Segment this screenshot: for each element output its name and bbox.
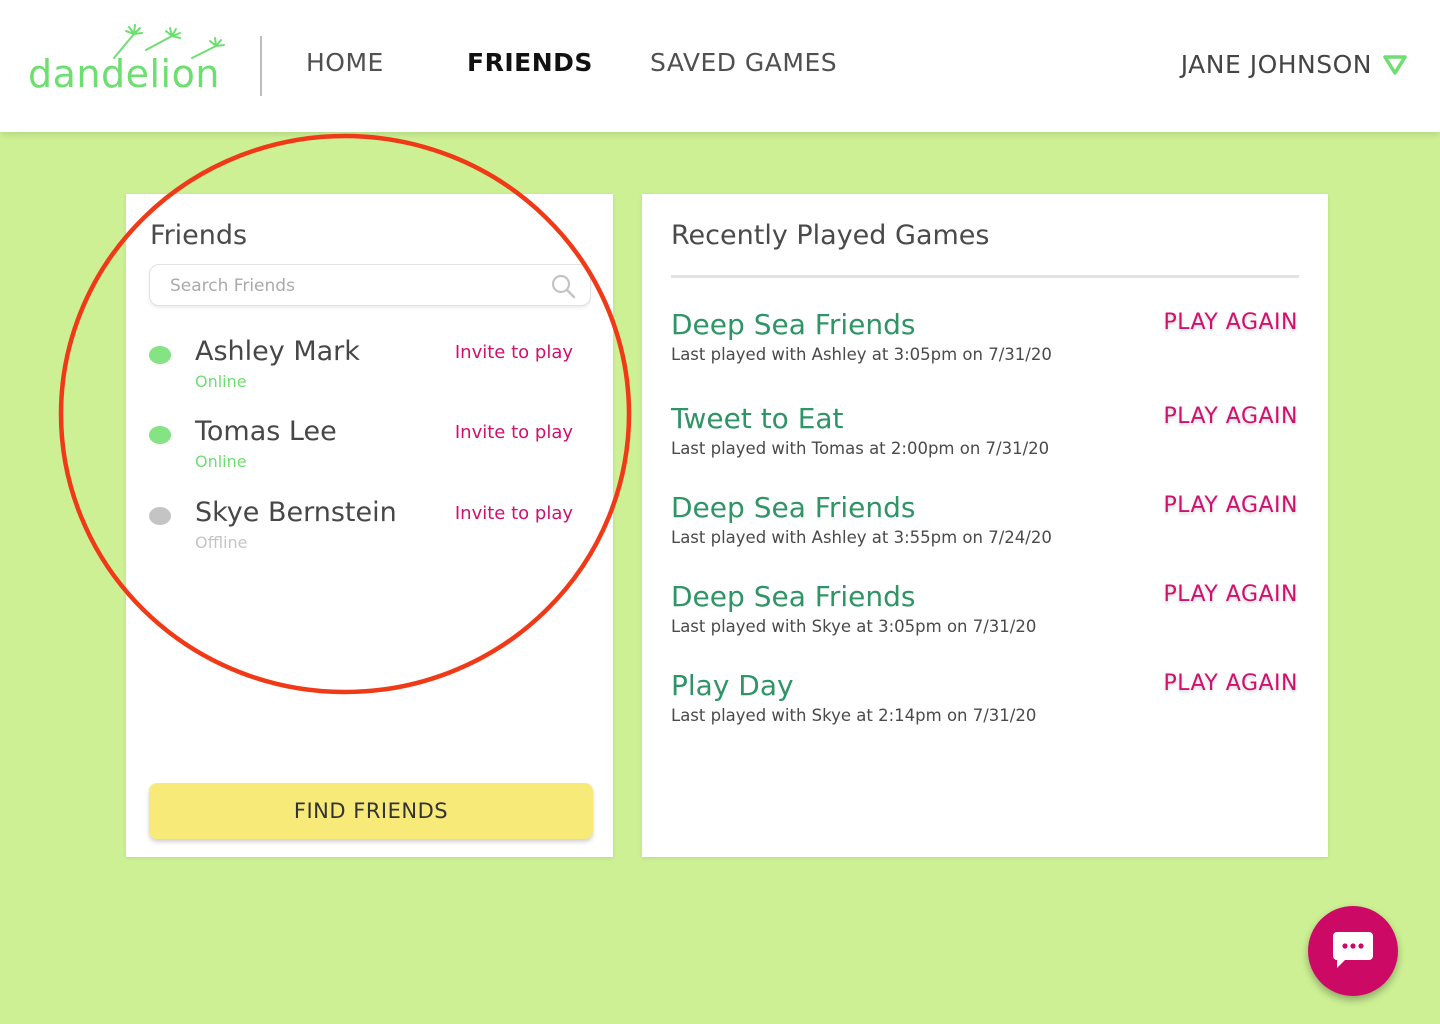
caret-down-icon <box>1383 54 1407 75</box>
header-divider <box>260 36 262 96</box>
game-name[interactable]: Deep Sea Friends <box>671 308 915 341</box>
search-friends-box <box>149 264 591 306</box>
friends-title: Friends <box>150 220 248 251</box>
play-again-button[interactable]: PLAY AGAIN <box>1163 671 1298 696</box>
game-row: Deep Sea Friends Last played with Skye a… <box>642 580 1328 650</box>
friend-row: Tomas Lee Online Invite to play <box>126 414 613 478</box>
user-name: JANE JOHNSON <box>1180 50 1372 79</box>
game-last-played: Last played with Tomas at 2:00pm on 7/31… <box>671 439 1050 458</box>
game-name[interactable]: Tweet to Eat <box>671 402 844 435</box>
game-row: Tweet to Eat Last played with Tomas at 2… <box>642 402 1328 472</box>
nav-home[interactable]: HOME <box>306 48 384 77</box>
friend-name: Tomas Lee <box>195 416 337 447</box>
friend-status: Online <box>195 372 247 391</box>
game-last-played: Last played with Ashley at 3:05pm on 7/3… <box>671 345 1052 364</box>
game-name[interactable]: Deep Sea Friends <box>671 580 915 613</box>
invite-to-play-link[interactable]: Invite to play <box>455 342 573 363</box>
game-last-played: Last played with Ashley at 3:55pm on 7/2… <box>671 528 1052 547</box>
search-icon[interactable] <box>550 273 576 299</box>
chat-bubble-icon <box>1333 932 1373 968</box>
online-status-dot <box>149 426 171 444</box>
top-header: dandelion HOME FRIENDS SAVED GAMES JANE … <box>0 0 1440 132</box>
game-name[interactable]: Deep Sea Friends <box>671 491 915 524</box>
friend-status: Offline <box>195 533 248 552</box>
game-row: Play Day Last played with Skye at 2:14pm… <box>642 669 1328 739</box>
friend-name: Ashley Mark <box>195 336 360 367</box>
nav-saved-games[interactable]: SAVED GAMES <box>650 48 837 77</box>
find-friends-button[interactable]: FIND FRIENDS <box>149 783 593 839</box>
play-again-button[interactable]: PLAY AGAIN <box>1163 310 1298 335</box>
game-last-played: Last played with Skye at 2:14pm on 7/31/… <box>671 706 1037 725</box>
game-last-played: Last played with Skye at 3:05pm on 7/31/… <box>671 617 1037 636</box>
friends-panel: Friends Ashley Mark Online Invite to pla… <box>126 194 613 857</box>
recently-played-panel: Recently Played Games Deep Sea Friends L… <box>642 194 1328 857</box>
invite-to-play-link[interactable]: Invite to play <box>455 503 573 524</box>
user-menu[interactable]: JANE JOHNSON <box>1181 50 1408 79</box>
invite-to-play-link[interactable]: Invite to play <box>455 422 573 443</box>
dandelion-logo[interactable]: dandelion <box>28 24 228 104</box>
nav-friends[interactable]: FRIENDS <box>467 48 593 77</box>
game-name[interactable]: Play Day <box>671 669 794 702</box>
game-row: Deep Sea Friends Last played with Ashley… <box>642 308 1328 378</box>
game-row: Deep Sea Friends Last played with Ashley… <box>642 491 1328 561</box>
recently-played-title: Recently Played Games <box>671 220 990 251</box>
play-again-button[interactable]: PLAY AGAIN <box>1163 582 1298 607</box>
friend-row: Skye Bernstein Offline Invite to play <box>126 495 613 559</box>
play-again-button[interactable]: PLAY AGAIN <box>1163 493 1298 518</box>
search-friends-input[interactable] <box>170 274 540 298</box>
offline-status-dot <box>149 507 171 525</box>
logo-wordmark: dandelion <box>28 52 220 96</box>
section-divider <box>671 275 1299 278</box>
friend-status: Online <box>195 452 247 471</box>
chat-button[interactable] <box>1308 906 1398 996</box>
online-status-dot <box>149 346 171 364</box>
friend-name: Skye Bernstein <box>195 497 397 528</box>
friend-row: Ashley Mark Online Invite to play <box>126 334 613 398</box>
play-again-button[interactable]: PLAY AGAIN <box>1163 404 1298 429</box>
